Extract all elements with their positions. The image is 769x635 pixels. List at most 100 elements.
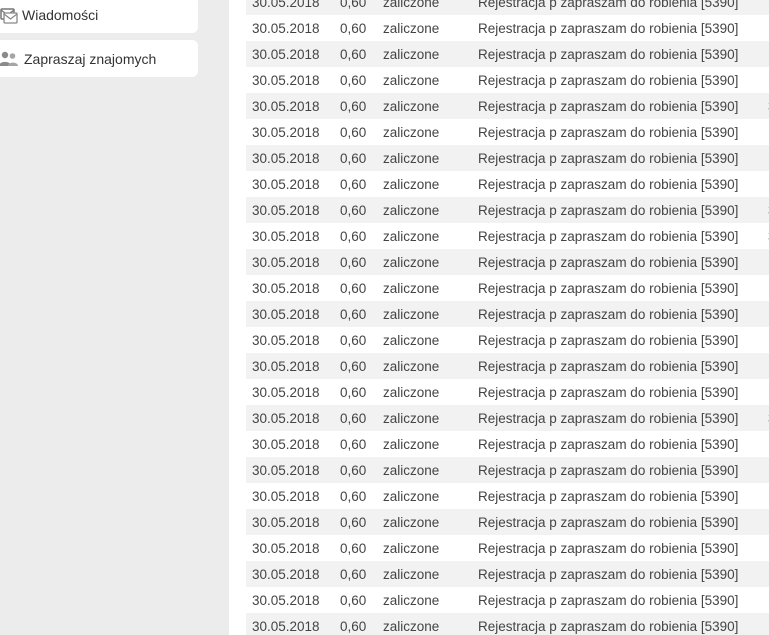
cell-description: Rejestracja p zapraszam do robienia [539…: [478, 431, 768, 457]
table-row: 30.05.2018 0,60 zaliczone Rejestracja p zap…: [246, 67, 769, 93]
cell-description: Rejestracja p zapraszam do robienia [539…: [478, 353, 768, 379]
table-row: 30.05.2018 0,60 zaliczone Rejestracja p zap…: [246, 0, 769, 15]
cell-description: Rejestracja p zapraszam do robienia [539…: [478, 509, 768, 535]
cell-amount: 0,60: [340, 301, 383, 327]
cell-description: Rejestracja p zapraszam do robienia [539…: [478, 483, 768, 509]
cell-amount: 0,60: [340, 223, 383, 249]
cell-amount: 0,60: [340, 509, 383, 535]
cell-date: 30.05.2018: [246, 93, 340, 119]
cell-status: zaliczone: [383, 509, 478, 535]
cell-description: Rejestracja p zapraszam do robienia [539…: [478, 15, 768, 41]
sidebar-item-label: Wiadomości: [22, 6, 99, 23]
cell-status: zaliczone: [383, 327, 478, 353]
table-row: 30.05.2018 0,60 zaliczone Rejestracja p zap…: [246, 405, 769, 431]
cell-date: 30.05.2018: [246, 327, 340, 353]
cell-amount: 0,60: [340, 613, 383, 635]
cell-date: 30.05.2018: [246, 535, 340, 561]
sidebar-item-messages[interactable]: Wiadomości: [0, 0, 198, 33]
cell-date: 30.05.2018: [246, 431, 340, 457]
table-row: 30.05.2018 0,60 zaliczone Rejestracja p zap…: [246, 509, 769, 535]
table-row: 30.05.2018 0,60 zaliczone Rejestracja p zap…: [246, 457, 769, 483]
table-row: 30.05.2018 0,60 zaliczone Rejestracja p zap…: [246, 613, 769, 635]
cell-status: zaliczone: [383, 41, 478, 67]
cell-status: zaliczone: [383, 171, 478, 197]
sidebar-item-invite-friends[interactable]: Zapraszaj znajomych: [0, 40, 198, 77]
cell-date: 30.05.2018: [246, 197, 340, 223]
cell-amount: 0,60: [340, 41, 383, 67]
cell-description: Rejestracja p zapraszam do robienia [539…: [478, 249, 768, 275]
messages-icon: [0, 6, 20, 24]
cell-status: zaliczone: [383, 223, 478, 249]
cell-description: Rejestracja p zapraszam do robienia [539…: [478, 405, 768, 431]
table-row: 30.05.2018 0,60 zaliczone Rejestracja p zap…: [246, 379, 769, 405]
cell-description: Rejestracja p zapraszam do robienia [539…: [478, 223, 768, 249]
cell-status: zaliczone: [383, 301, 478, 327]
cell-date: 30.05.2018: [246, 613, 340, 635]
cell-date: 30.05.2018: [246, 301, 340, 327]
cell-status: zaliczone: [383, 0, 478, 15]
cell-description: Rejestracja p zapraszam do robienia [539…: [478, 119, 768, 145]
table-row: 30.05.2018 0,60 zaliczone Rejestracja p zap…: [246, 197, 769, 223]
table-row: 30.05.2018 0,60 zaliczone Rejestracja p zap…: [246, 301, 769, 327]
cell-description: Rejestracja p zapraszam do robienia [539…: [478, 327, 768, 353]
cell-description: Rejestracja p zapraszam do robienia [539…: [478, 457, 768, 483]
cell-description: Rejestracja p zapraszam do robienia [539…: [478, 0, 768, 15]
transactions-panel: 30.05.2018 0,60 zaliczone Rejestracja p zap…: [229, 0, 769, 635]
cell-description: Rejestracja p zapraszam do robienia [539…: [478, 93, 768, 119]
cell-amount: 0,60: [340, 249, 383, 275]
table-row: 30.05.2018 0,60 zaliczone Rejestracja p zap…: [246, 327, 769, 353]
cell-date: 30.05.2018: [246, 67, 340, 93]
cell-status: zaliczone: [383, 405, 478, 431]
cell-date: 30.05.2018: [246, 223, 340, 249]
cell-date: 30.05.2018: [246, 587, 340, 613]
sidebar: Wiadomości Zapraszaj znajomych: [0, 0, 230, 635]
cell-status: zaliczone: [383, 587, 478, 613]
transactions-table: 30.05.2018 0,60 zaliczone Rejestracja p zap…: [246, 0, 769, 635]
table-row: 30.05.2018 0,60 zaliczone Rejestracja p zap…: [246, 535, 769, 561]
cell-date: 30.05.2018: [246, 249, 340, 275]
cell-amount: 0,60: [340, 431, 383, 457]
cell-status: zaliczone: [383, 67, 478, 93]
cell-status: zaliczone: [383, 145, 478, 171]
cell-date: 30.05.2018: [246, 509, 340, 535]
cell-status: zaliczone: [383, 197, 478, 223]
cell-amount: 0,60: [340, 145, 383, 171]
cell-status: zaliczone: [383, 457, 478, 483]
cell-description: Rejestracja p zapraszam do robienia [539…: [478, 587, 768, 613]
table-row: 30.05.2018 0,60 zaliczone Rejestracja p zap…: [246, 145, 769, 171]
cell-date: 30.05.2018: [246, 171, 340, 197]
table-row: 30.05.2018 0,60 zaliczone Rejestracja p zap…: [246, 93, 769, 119]
cell-status: zaliczone: [383, 561, 478, 587]
cell-date: 30.05.2018: [246, 0, 340, 15]
table-row: 30.05.2018 0,60 zaliczone Rejestracja p zap…: [246, 483, 769, 509]
cell-date: 30.05.2018: [246, 561, 340, 587]
cell-amount: 0,60: [340, 483, 383, 509]
cell-status: zaliczone: [383, 93, 478, 119]
cell-amount: 0,60: [340, 15, 383, 41]
cell-date: 30.05.2018: [246, 405, 340, 431]
cell-description: Rejestracja p zapraszam do robienia [539…: [478, 301, 768, 327]
cell-amount: 0,60: [340, 457, 383, 483]
cell-date: 30.05.2018: [246, 15, 340, 41]
cell-amount: 0,60: [340, 587, 383, 613]
cell-amount: 0,60: [340, 405, 383, 431]
cell-status: zaliczone: [383, 275, 478, 301]
cell-description: Rejestracja p zapraszam do robienia [539…: [478, 613, 768, 635]
cell-description: Rejestracja p zapraszam do robienia [539…: [478, 41, 768, 67]
table-row: 30.05.2018 0,60 zaliczone Rejestracja p zap…: [246, 223, 769, 249]
cell-amount: 0,60: [340, 67, 383, 93]
table-row: 30.05.2018 0,60 zaliczone Rejestracja p zap…: [246, 275, 769, 301]
cell-status: zaliczone: [383, 431, 478, 457]
cell-amount: 0,60: [340, 561, 383, 587]
cell-description: Rejestracja p zapraszam do robienia [539…: [478, 379, 768, 405]
cell-amount: 0,60: [340, 327, 383, 353]
cell-description: Rejestracja p zapraszam do robienia [539…: [478, 171, 768, 197]
cell-amount: 0,60: [340, 535, 383, 561]
table-row: 30.05.2018 0,60 zaliczone Rejestracja p zap…: [246, 431, 769, 457]
cell-date: 30.05.2018: [246, 483, 340, 509]
cell-amount: 0,60: [340, 275, 383, 301]
cell-amount: 0,60: [340, 0, 383, 15]
sidebar-item-label: Zapraszaj znajomych: [24, 50, 157, 67]
table-row: 30.05.2018 0,60 zaliczone Rejestracja p zap…: [246, 15, 769, 41]
table-row: 30.05.2018 0,60 zaliczone Rejestracja p zap…: [246, 353, 769, 379]
